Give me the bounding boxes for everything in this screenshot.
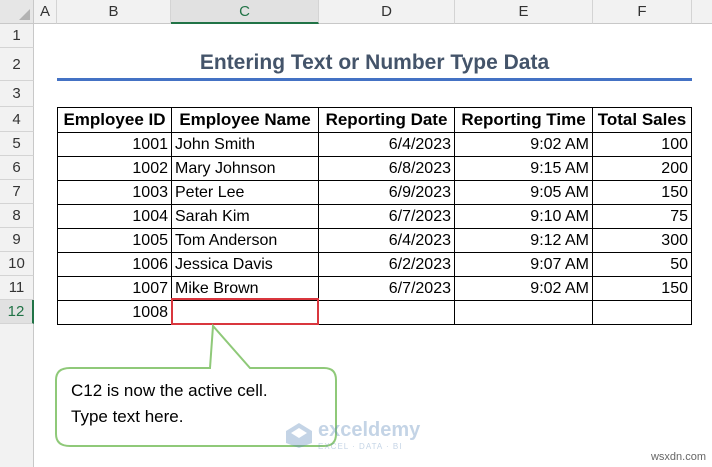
row-header-12[interactable]: 12	[0, 300, 34, 324]
table-cell-sales[interactable]	[593, 301, 692, 325]
table-cell-time[interactable]: 9:12 AM	[455, 229, 593, 253]
table-cell-sales[interactable]: 150	[593, 277, 692, 301]
table-cell-time[interactable]: 9:05 AM	[455, 181, 593, 205]
table-cell-time[interactable]: 9:02 AM	[455, 277, 593, 301]
table-cell-date[interactable]: 6/2/2023	[319, 253, 455, 277]
sheet-title[interactable]: Entering Text or Number Type Data	[57, 48, 692, 78]
table-cell-date[interactable]: 6/9/2023	[319, 181, 455, 205]
table-cell-time[interactable]: 9:07 AM	[455, 253, 593, 277]
watermark-text: exceldemy EXCEL · DATA · BI	[318, 419, 420, 451]
table-header-employee-name[interactable]: Employee Name	[172, 107, 319, 133]
column-header-d[interactable]: D	[319, 0, 455, 24]
table-cell-date[interactable]: 6/4/2023	[319, 229, 455, 253]
row-header-11[interactable]: 11	[0, 276, 34, 300]
table-header-reporting-time[interactable]: Reporting Time	[455, 107, 593, 133]
title-underline	[57, 78, 692, 81]
row-header-overflow	[0, 324, 34, 467]
column-header-b[interactable]: B	[57, 0, 171, 24]
table-cell-time[interactable]: 9:10 AM	[455, 205, 593, 229]
table-cell-id[interactable]: 1001	[57, 133, 172, 157]
site-tag: wsxdn.com	[650, 451, 706, 463]
select-all-triangle-icon	[19, 9, 30, 20]
column-header-overflow	[692, 0, 712, 24]
table-cell-name[interactable]: Mary Johnson	[172, 157, 319, 181]
table-cell-id[interactable]: 1002	[57, 157, 172, 181]
table-cell-id[interactable]: 1006	[57, 253, 172, 277]
row-header-4[interactable]: 4	[0, 107, 34, 132]
table-header-reporting-date[interactable]: Reporting Date	[319, 107, 455, 133]
table-cell-date[interactable]: 6/7/2023	[319, 277, 455, 301]
table-cell-sales[interactable]: 100	[593, 133, 692, 157]
column-header-e[interactable]: E	[455, 0, 593, 24]
callout-line-1: C12 is now the active cell.	[71, 381, 268, 400]
table-cell-id[interactable]: 1007	[57, 277, 172, 301]
table-cell-date[interactable]: 6/4/2023	[319, 133, 455, 157]
row-header-7[interactable]: 7	[0, 180, 34, 204]
column-header-c[interactable]: C	[171, 0, 319, 24]
table-cell-name[interactable]: Jessica Davis	[172, 253, 319, 277]
row-header-8[interactable]: 8	[0, 204, 34, 228]
table-cell-sales[interactable]: 75	[593, 205, 692, 229]
row-header-2[interactable]: 2	[0, 48, 34, 81]
row-header-3[interactable]: 3	[0, 81, 34, 107]
table-cell-name[interactable]: Tom Anderson	[172, 229, 319, 253]
table-cell-sales[interactable]: 200	[593, 157, 692, 181]
active-cell-highlight[interactable]	[171, 298, 319, 325]
table-cell-date[interactable]: 6/7/2023	[319, 205, 455, 229]
table-cell-date[interactable]	[319, 301, 455, 325]
row-header-1[interactable]: 1	[0, 24, 34, 48]
table-cell-sales[interactable]: 300	[593, 229, 692, 253]
table-cell-time[interactable]	[455, 301, 593, 325]
table-cell-id[interactable]: 1005	[57, 229, 172, 253]
watermark-name: exceldemy	[318, 419, 421, 441]
table-header-total-sales[interactable]: Total Sales	[593, 107, 692, 133]
table-header-employee-id[interactable]: Employee ID	[57, 107, 172, 133]
column-header-a[interactable]: A	[34, 0, 57, 24]
exceldemy-watermark: exceldemy EXCEL · DATA · BI	[284, 419, 420, 451]
select-all-corner[interactable]	[0, 0, 34, 24]
table-cell-name[interactable]: John Smith	[172, 133, 319, 157]
table-cell-id[interactable]: 1003	[57, 181, 172, 205]
table-cell-sales[interactable]: 50	[593, 253, 692, 277]
table-cell-name[interactable]: Sarah Kim	[172, 205, 319, 229]
table-cell-time[interactable]: 9:15 AM	[455, 157, 593, 181]
table-cell-time[interactable]: 9:02 AM	[455, 133, 593, 157]
table-cell-id[interactable]: 1008	[57, 301, 172, 325]
row-header-5[interactable]: 5	[0, 132, 34, 156]
row-header-6[interactable]: 6	[0, 156, 34, 180]
column-header-f[interactable]: F	[593, 0, 692, 24]
table-cell-date[interactable]: 6/8/2023	[319, 157, 455, 181]
watermark-tagline: EXCEL · DATA · BI	[318, 442, 403, 451]
table-cell-id[interactable]: 1004	[57, 205, 172, 229]
table-cell-name[interactable]: Peter Lee	[172, 181, 319, 205]
exceldemy-logo-icon	[286, 423, 312, 448]
row-header-9[interactable]: 9	[0, 228, 34, 252]
row-header-10[interactable]: 10	[0, 252, 34, 276]
table-cell-sales[interactable]: 150	[593, 181, 692, 205]
